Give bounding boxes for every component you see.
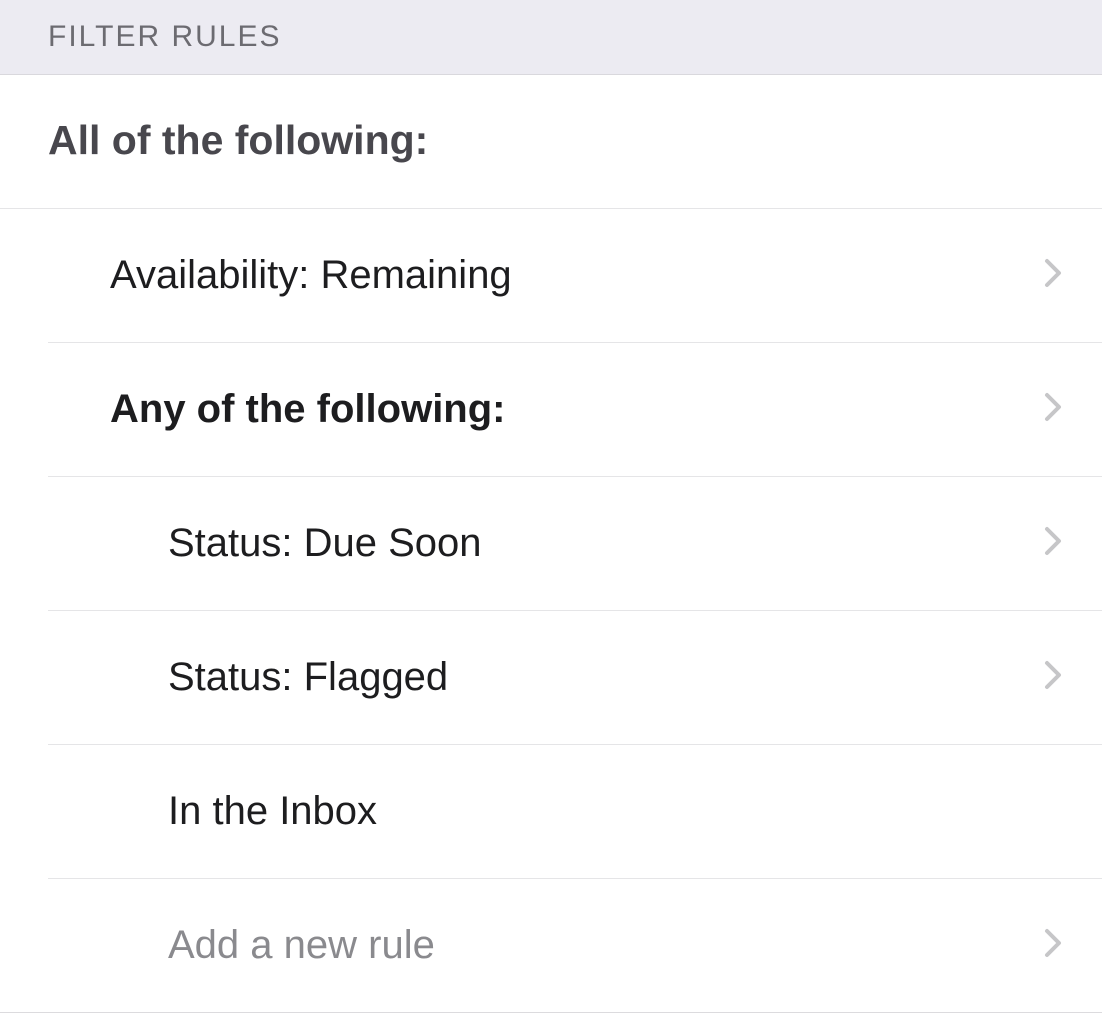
rule-in-inbox[interactable]: In the Inbox: [48, 745, 1102, 879]
filter-group-all-label: All of the following:: [48, 117, 428, 163]
section-header-label: FILTER RULES: [48, 20, 282, 53]
rule-status-due-soon[interactable]: Status: Due Soon: [48, 477, 1102, 611]
add-new-rule[interactable]: Add a new rule: [48, 879, 1102, 1012]
add-new-rule-label: Add a new rule: [168, 923, 435, 968]
rule-status-flagged[interactable]: Status: Flagged: [48, 611, 1102, 745]
chevron-right-icon: [1044, 660, 1062, 695]
filter-group-all-header: All of the following:: [0, 75, 1102, 209]
chevron-right-icon: [1044, 928, 1062, 963]
chevron-right-icon: [1044, 526, 1062, 561]
rule-label: In the Inbox: [168, 789, 377, 834]
filter-rules-list: Availability: Remaining Any of the follo…: [48, 209, 1102, 1012]
rule-label: Availability: Remaining: [110, 253, 512, 298]
rule-group-any[interactable]: Any of the following:: [48, 343, 1102, 477]
chevron-right-icon: [1044, 392, 1062, 427]
rule-availability-remaining[interactable]: Availability: Remaining: [48, 209, 1102, 343]
rule-group-any-label: Any of the following:: [110, 387, 506, 432]
section-header: FILTER RULES: [0, 0, 1102, 75]
rule-label: Status: Due Soon: [168, 521, 482, 566]
chevron-right-icon: [1044, 258, 1062, 293]
rule-label: Status: Flagged: [168, 655, 448, 700]
